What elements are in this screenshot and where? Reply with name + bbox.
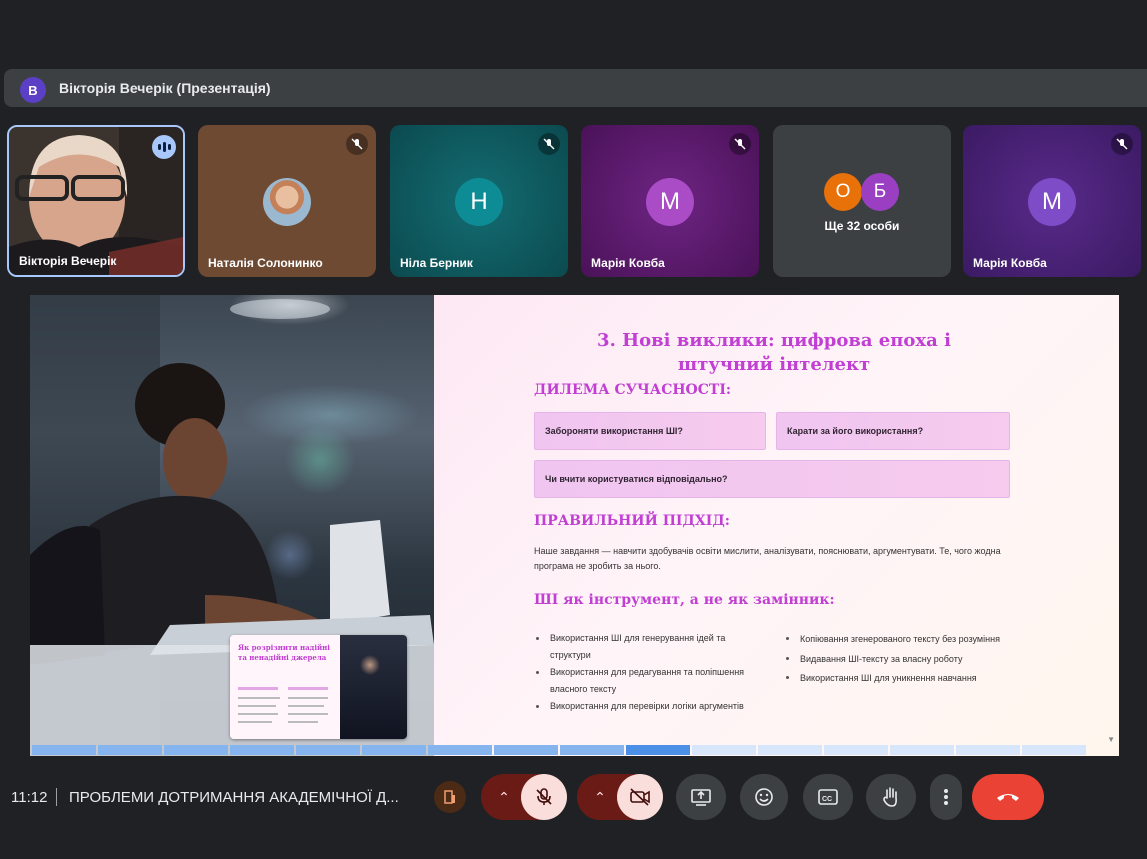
list-item: Використання ШІ для уникнення навчання (784, 669, 1034, 689)
svg-text:CC: CC (822, 796, 832, 803)
participant-avatar: Б (861, 173, 899, 211)
captions-button[interactable]: CC (803, 774, 853, 820)
participant-photo (263, 178, 311, 226)
presenter-bar[interactable]: В Вікторія Вечерік (Презентація) (4, 69, 1147, 107)
thumbnail-photo (340, 635, 407, 739)
mic-off-icon (346, 133, 368, 155)
participant-name: Марія Ковба (973, 256, 1047, 270)
participant-name: Марія Ковба (591, 256, 665, 270)
slide-text-panel: 3. Нові виклики: цифрова епоха і штучний… (434, 295, 1119, 756)
more-vert-icon (944, 789, 948, 805)
progress-segment (890, 745, 954, 755)
list-item: Використання для перевірки логіки аргуме… (534, 698, 759, 715)
slide-title: 3. Нові виклики: цифрова епоха і штучний… (597, 330, 951, 375)
participant-avatar: О (824, 173, 862, 211)
chevron-up-icon: ⌃ (498, 788, 510, 805)
camera-off-icon (630, 788, 650, 806)
participant-name: Наталія Солонинко (208, 256, 323, 270)
question-box: Чи вчити користуватися відповідально? (534, 460, 1010, 498)
progress-segment (362, 745, 426, 755)
progress-segment (758, 745, 822, 755)
progress-segment (956, 745, 1020, 755)
progress-segment (692, 745, 756, 755)
leave-call-button[interactable] (972, 774, 1044, 820)
progress-segment (824, 745, 888, 755)
thumbnail-text-panel: Як розрізнити надійні та ненадійні джере… (230, 635, 340, 739)
approach-heading: ПРАВИЛЬНИЙ ПІДХІД: (534, 513, 730, 529)
slide-photo: Як розрізнити надійні та ненадійні джере… (30, 295, 434, 756)
list-item: Видавання ШІ-тексту за власну роботу (784, 650, 1034, 670)
list-item: Копіювання згенерованого тексту без розу… (784, 630, 1034, 650)
mic-off-icon (1111, 133, 1133, 155)
host-controls-icon[interactable] (434, 781, 466, 813)
progress-segment (230, 745, 294, 755)
participant-tile-0[interactable]: Вікторія Вечерік (7, 125, 185, 277)
emoji-icon (755, 788, 773, 806)
progress-segment (560, 745, 624, 755)
mic-off-icon (729, 133, 751, 155)
presenter-title: Вікторія Вечерік (Презентація) (59, 80, 271, 96)
approach-text: Наше завдання — навчити здобувачів освіт… (534, 546, 1001, 571)
progress-segment (296, 745, 360, 755)
dilemma-heading: ДИЛЕМА СУЧАСНОСТІ: (534, 382, 732, 398)
progress-segment (1022, 745, 1086, 755)
participant-tile-3[interactable]: М Марія Ковба (581, 125, 759, 277)
participant-avatar: М (646, 178, 694, 226)
progress-segment (626, 745, 690, 755)
hand-icon (883, 787, 897, 807)
present-screen-button[interactable] (676, 774, 726, 820)
speaking-indicator-icon (152, 135, 176, 159)
bad-uses-list: Копіювання згенерованого тексту без розу… (784, 630, 1034, 689)
progress-segment (428, 745, 492, 755)
progress-segment (164, 745, 228, 755)
more-participants-label: Ще 32 особи (824, 219, 900, 233)
participant-tile-2[interactable]: Н Ніла Берник (390, 125, 568, 277)
progress-segment (32, 745, 96, 755)
participant-tile-5[interactable]: М Марія Ковба (963, 125, 1141, 277)
participant-avatar: Н (455, 178, 503, 226)
chevron-up-icon: ⌃ (594, 788, 606, 805)
progress-segment (98, 745, 162, 755)
question-box: Забороняти використання ШІ? (534, 412, 766, 450)
participant-avatar: М (1028, 178, 1076, 226)
list-item: Використання для редагування та поліпшен… (534, 664, 759, 698)
thumbnail-title: Як розрізнити надійні та ненадійні джере… (238, 643, 330, 662)
slide-progress (32, 745, 1086, 755)
more-options-button[interactable] (930, 774, 962, 820)
question-box: Карати за його використання? (776, 412, 1010, 450)
presenter-avatar: В (20, 77, 46, 103)
progress-segment (494, 745, 558, 755)
participant-name: Ніла Берник (400, 256, 473, 270)
scroll-down-icon[interactable]: ▼ (1107, 735, 1115, 744)
divider (56, 788, 57, 806)
raise-hand-button[interactable] (866, 774, 916, 820)
clock: 11:12 (11, 789, 48, 806)
good-uses-list: Використання ШІ для генерування ідей та … (534, 630, 759, 715)
mic-off-icon (538, 133, 560, 155)
mic-off-icon (536, 788, 552, 805)
meeting-title: ПРОБЛЕМИ ДОТРИМАННЯ АКАДЕМІЧНОЇ Д... (69, 789, 399, 806)
end-call-icon (997, 794, 1019, 801)
participant-name: Вікторія Вечерік (19, 254, 117, 268)
presentation-slide: Як розрізнити надійні та ненадійні джере… (30, 295, 1119, 756)
tool-heading: ШІ як інструмент, а не як замінник: (534, 592, 835, 608)
more-participants-tile[interactable]: О Б Ще 32 особи (773, 125, 951, 277)
thumbnail-columns (238, 687, 333, 733)
list-item: Використання ШІ для генерування ідей та … (534, 630, 759, 664)
participant-tile-1[interactable]: Наталія Солонинко (198, 125, 376, 277)
slide-thumbnail: Як розрізнити надійні та ненадійні джере… (230, 635, 407, 739)
present-icon (691, 789, 711, 806)
reactions-button[interactable] (740, 774, 788, 820)
mic-toggle-button[interactable] (521, 774, 567, 820)
captions-icon: CC (818, 789, 838, 805)
camera-toggle-button[interactable] (617, 774, 663, 820)
